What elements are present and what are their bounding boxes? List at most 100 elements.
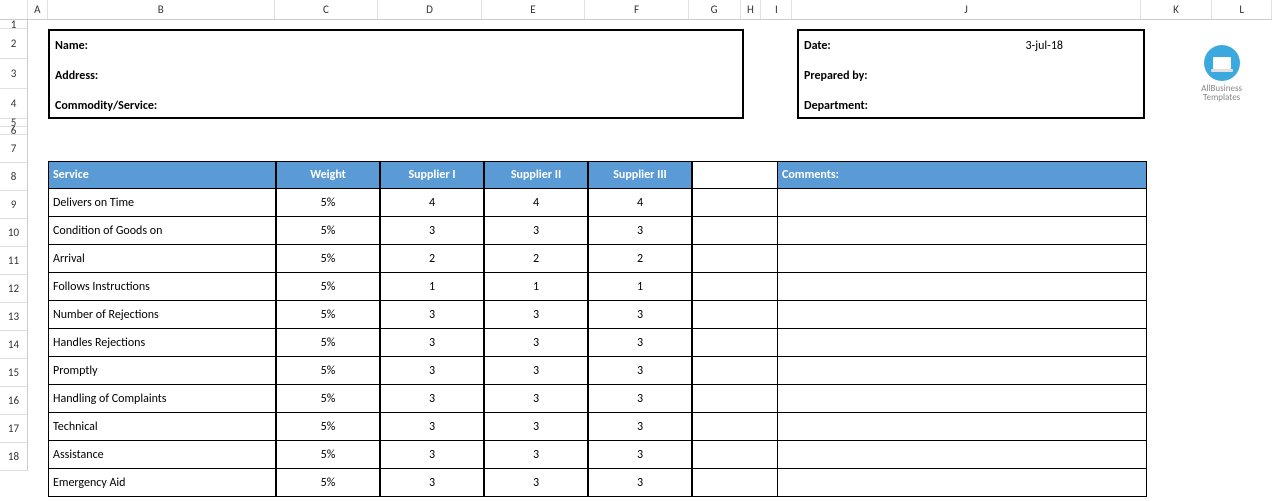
col-K[interactable]: K: [1141, 0, 1213, 19]
cell-sup1[interactable]: 3: [380, 441, 484, 469]
cell-sup1[interactable]: 3: [380, 217, 484, 245]
cell-sup1[interactable]: 3: [380, 357, 484, 385]
row-18[interactable]: 18: [0, 443, 28, 471]
comment-cell[interactable]: [777, 441, 1147, 469]
row-9[interactable]: 9: [0, 191, 28, 219]
cell-sup1[interactable]: 3: [380, 301, 484, 329]
cell-sup2[interactable]: 3: [484, 385, 588, 413]
cell-weight[interactable]: 5%: [276, 301, 380, 329]
cell-sup3[interactable]: 3: [588, 329, 692, 357]
cell-service[interactable]: Delivers on Time: [48, 189, 276, 217]
col-I[interactable]: I: [761, 0, 792, 19]
cell-sup2[interactable]: 3: [484, 329, 588, 357]
cell-sup1[interactable]: 3: [380, 329, 484, 357]
cell-weight[interactable]: 5%: [276, 329, 380, 357]
cell-weight[interactable]: 5%: [276, 413, 380, 441]
cell-service[interactable]: Handles Rejections: [48, 329, 276, 357]
col-A[interactable]: A: [28, 0, 48, 19]
cell-sup1[interactable]: 1: [380, 273, 484, 301]
row-2[interactable]: 2: [0, 29, 28, 59]
col-H[interactable]: H: [741, 0, 762, 19]
row-17[interactable]: 17: [0, 415, 28, 443]
cell-weight[interactable]: 5%: [276, 273, 380, 301]
row-14[interactable]: 14: [0, 331, 28, 359]
col-B[interactable]: B: [48, 0, 275, 19]
header-sup3[interactable]: Supplier III: [588, 161, 692, 189]
cell-sup3[interactable]: 1: [588, 273, 692, 301]
cell-weight[interactable]: 5%: [276, 357, 380, 385]
cell-weight[interactable]: 5%: [276, 245, 380, 273]
cell-service[interactable]: Emergency Aid: [48, 469, 276, 497]
cell-sup3[interactable]: 3: [588, 413, 692, 441]
col-D[interactable]: D: [378, 0, 482, 19]
cell-sup2[interactable]: 3: [484, 469, 588, 497]
cell-service[interactable]: Follows Instructions: [48, 273, 276, 301]
cell-weight[interactable]: 5%: [276, 217, 380, 245]
cell-sup1[interactable]: 3: [380, 385, 484, 413]
cell-service[interactable]: Condition of Goods on: [48, 217, 276, 245]
row-4[interactable]: 4: [0, 89, 28, 119]
cell-service[interactable]: Technical: [48, 413, 276, 441]
cell-sup2[interactable]: 3: [484, 217, 588, 245]
row-11[interactable]: 11: [0, 247, 28, 275]
row-3[interactable]: 3: [0, 59, 28, 89]
row-7[interactable]: 7: [0, 135, 28, 163]
cell-sup2[interactable]: 2: [484, 245, 588, 273]
cell-sup2[interactable]: 3: [484, 441, 588, 469]
cell-sup3[interactable]: 3: [588, 217, 692, 245]
header-service[interactable]: Service: [48, 161, 276, 189]
col-L[interactable]: L: [1212, 0, 1272, 19]
cell-service[interactable]: Assistance: [48, 441, 276, 469]
comment-cell[interactable]: [777, 189, 1147, 217]
cell-weight[interactable]: 5%: [276, 189, 380, 217]
cell-sup1[interactable]: 3: [380, 413, 484, 441]
cell-sup3[interactable]: 2: [588, 245, 692, 273]
cell-sup3[interactable]: 3: [588, 357, 692, 385]
comment-cell[interactable]: [777, 329, 1147, 357]
col-G[interactable]: G: [689, 0, 741, 19]
comment-cell[interactable]: [777, 413, 1147, 441]
row-15[interactable]: 15: [0, 359, 28, 387]
cell-sup3[interactable]: 3: [588, 441, 692, 469]
cell-sup2[interactable]: 3: [484, 357, 588, 385]
cell-sup3[interactable]: 3: [588, 301, 692, 329]
cell-service[interactable]: Handling of Complaints: [48, 385, 276, 413]
comment-cell[interactable]: [777, 217, 1147, 245]
row-8[interactable]: 8: [0, 163, 28, 191]
row-1[interactable]: 1: [0, 20, 28, 29]
row-12[interactable]: 12: [0, 275, 28, 303]
comments-header[interactable]: Comments:: [777, 161, 1147, 189]
cell-service[interactable]: Arrival: [48, 245, 276, 273]
row-10[interactable]: 10: [0, 219, 28, 247]
row-13[interactable]: 13: [0, 303, 28, 331]
cell-sup1[interactable]: 3: [380, 469, 484, 497]
row-16[interactable]: 16: [0, 387, 28, 415]
cell-weight[interactable]: 5%: [276, 441, 380, 469]
cell-sup2[interactable]: 3: [484, 301, 588, 329]
cell-sup3[interactable]: 3: [588, 385, 692, 413]
cell-sup2[interactable]: 1: [484, 273, 588, 301]
row-6[interactable]: 6: [0, 127, 28, 135]
comment-cell[interactable]: [777, 469, 1147, 497]
cell-sup2[interactable]: 4: [484, 189, 588, 217]
cell-sup1[interactable]: 4: [380, 189, 484, 217]
cell-sup1[interactable]: 2: [380, 245, 484, 273]
col-C[interactable]: C: [275, 0, 379, 19]
cell-sup2[interactable]: 3: [484, 413, 588, 441]
cell-sup3[interactable]: 3: [588, 469, 692, 497]
cell-weight[interactable]: 5%: [276, 385, 380, 413]
cell-service[interactable]: Number of Rejections: [48, 301, 276, 329]
cell-service[interactable]: Promptly: [48, 357, 276, 385]
col-F[interactable]: F: [585, 0, 689, 19]
col-J[interactable]: J: [792, 0, 1140, 19]
comment-cell[interactable]: [777, 357, 1147, 385]
comment-cell[interactable]: [777, 245, 1147, 273]
comment-cell[interactable]: [777, 273, 1147, 301]
header-weight[interactable]: Weight: [276, 161, 380, 189]
comment-cell[interactable]: [777, 301, 1147, 329]
cell-sup3[interactable]: 4: [588, 189, 692, 217]
col-E[interactable]: E: [482, 0, 586, 19]
header-sup1[interactable]: Supplier I: [380, 161, 484, 189]
cell-weight[interactable]: 5%: [276, 469, 380, 497]
header-sup2[interactable]: Supplier II: [484, 161, 588, 189]
